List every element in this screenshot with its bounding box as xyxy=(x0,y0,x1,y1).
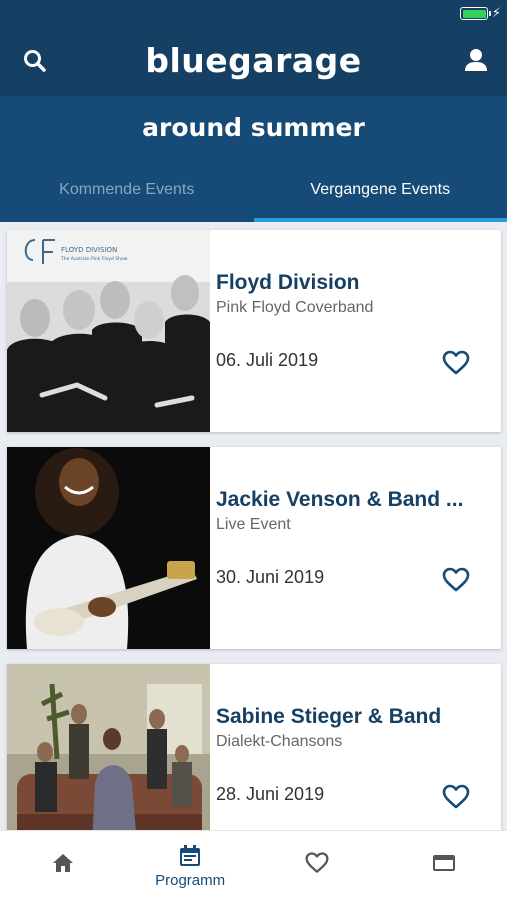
nav-programm[interactable]: Programm xyxy=(127,831,254,900)
event-subtitle: Pink Floyd Coverband xyxy=(216,299,374,316)
event-date: 06. Juli 2019 xyxy=(216,350,319,370)
event-subtitle: Live Event xyxy=(216,516,291,533)
favorite-button[interactable] xyxy=(441,565,471,595)
favorite-button[interactable] xyxy=(441,348,471,378)
calendar-icon xyxy=(180,845,201,866)
event-subtitle: Dialekt-Chansons xyxy=(216,733,343,750)
event-card[interactable]: Jackie Venson & Band ... Live Event 30. … xyxy=(7,447,501,649)
tab-upcoming-events[interactable]: Kommende Events xyxy=(0,162,254,222)
nav-home[interactable] xyxy=(0,831,127,900)
band-logo-tagline: The Austrian Pink Floyd Show xyxy=(60,256,128,262)
event-title: Sabine Stieger & Band xyxy=(216,705,442,728)
user-icon xyxy=(465,49,487,71)
battery-tip xyxy=(489,11,491,16)
status-bar: ⚡ xyxy=(0,0,507,28)
event-image xyxy=(7,447,210,649)
nav-favorites[interactable] xyxy=(254,831,381,900)
heart-outline-icon xyxy=(442,567,470,592)
app-bar: bluegarage xyxy=(0,28,507,96)
event-date: 28. Juni 2019 xyxy=(216,784,325,804)
favorite-button[interactable] xyxy=(441,782,471,812)
bottom-navigation: Programm xyxy=(0,830,507,900)
brand-logo: bluegarage xyxy=(145,41,362,80)
battery-icon xyxy=(460,7,491,20)
event-list[interactable]: FLOYD DIVISION The Austrian Pink Floyd S… xyxy=(0,222,507,830)
event-title: Floyd Division xyxy=(216,271,360,294)
event-title: Jackie Venson & Band ... xyxy=(216,488,464,511)
bolt-icon: ⚡ xyxy=(491,5,501,20)
band-logo-text: FLOYD DIVISION xyxy=(61,246,117,254)
card-icon xyxy=(432,855,455,871)
event-date: 30. Juni 2019 xyxy=(216,567,325,587)
venue-title: around summer xyxy=(142,113,365,142)
nav-card[interactable] xyxy=(380,831,507,900)
nav-programm-label: Programm xyxy=(155,872,226,889)
venue-header: around summer xyxy=(0,96,507,162)
home-icon xyxy=(53,854,74,872)
heart-outline-icon xyxy=(305,852,329,873)
account-button[interactable] xyxy=(461,45,491,75)
event-card[interactable]: FLOYD DIVISION The Austrian Pink Floyd S… xyxy=(7,230,501,432)
event-image xyxy=(7,664,210,830)
heart-outline-icon xyxy=(442,350,470,375)
battery-level xyxy=(462,9,486,18)
heart-outline-icon xyxy=(442,784,470,809)
tab-past-events[interactable]: Vergangene Events xyxy=(253,162,507,222)
event-tabs: Kommende Events Vergangene Events xyxy=(0,162,507,222)
event-image: FLOYD DIVISION The Austrian Pink Floyd S… xyxy=(7,230,210,432)
event-card[interactable]: Sabine Stieger & Band Dialekt-Chansons 2… xyxy=(7,664,501,830)
